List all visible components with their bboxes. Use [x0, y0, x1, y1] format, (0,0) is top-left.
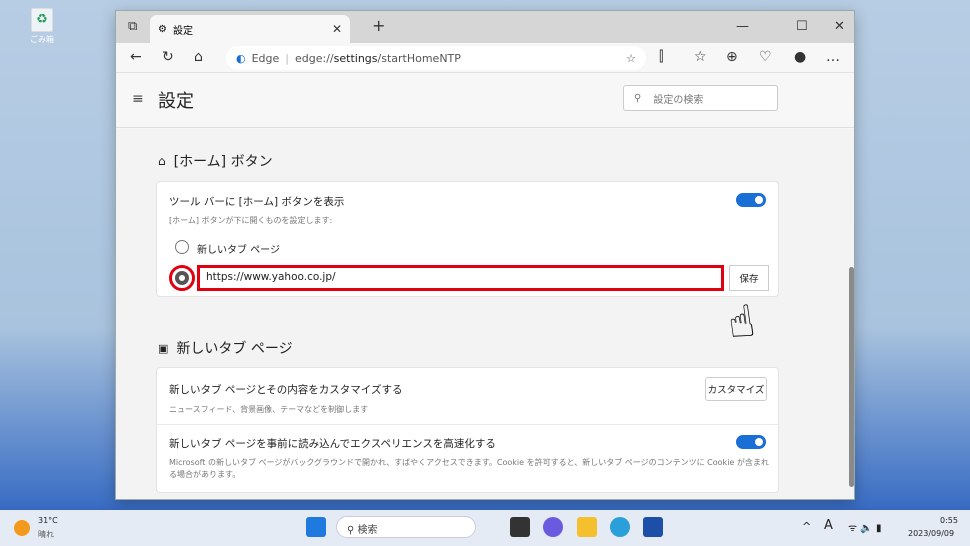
- edge-taskbar-icon[interactable]: [610, 517, 630, 537]
- home-toggle-label: ツール バーに [ホーム] ボタンを表示: [169, 196, 345, 208]
- scrollbar-thumb[interactable]: [849, 267, 854, 487]
- start-icon[interactable]: [306, 517, 326, 537]
- close-tab-icon[interactable]: ✕: [332, 22, 342, 36]
- gear-icon: ⚙: [158, 23, 167, 35]
- teams-icon[interactable]: [543, 517, 563, 537]
- search-icon: ⚲: [634, 92, 642, 104]
- back-icon[interactable]: ←: [130, 49, 142, 65]
- new-tab-page-card: 新しいタブ ページとその内容をカスタマイズする ニュースフィード、背景画像、テー…: [156, 367, 779, 493]
- nav-bar: ← ↻ ⌂ ◐ Edge | edge://settings/startHome…: [116, 43, 854, 73]
- chevron-up-icon[interactable]: ^: [802, 520, 811, 533]
- home-button-toggle[interactable]: [736, 193, 766, 207]
- close-window-icon[interactable]: ✕: [834, 19, 845, 34]
- recycle-bin-label: ごみ箱: [30, 35, 54, 44]
- address-bar[interactable]: ◐ Edge | edge://settings/startHomeNTP ☆: [226, 46, 646, 70]
- new-tab-page-icon: ▣: [158, 341, 169, 355]
- tab-settings[interactable]: ⚙ 設定 ✕: [150, 15, 350, 43]
- settings-header: ≡ 設定 ⚲ 設定の検索: [116, 73, 854, 128]
- clock-date[interactable]: 2023/09/09: [908, 529, 954, 538]
- new-tab-icon[interactable]: +: [372, 16, 385, 35]
- save-button[interactable]: 保存: [729, 265, 769, 291]
- taskbar-search[interactable]: ⚲ 検索: [336, 516, 476, 538]
- tab-bar: ⧉ ⚙ 設定 ✕ + — ☐ ✕: [116, 11, 854, 43]
- clock-time[interactable]: 0:55: [940, 516, 958, 525]
- favorites-icon[interactable]: ☆: [694, 49, 707, 65]
- preload-description: Microsoft の新しいタブ ページがバックグラウンドで開かれ、すばやくアク…: [169, 458, 769, 479]
- profile-icon[interactable]: ●: [794, 49, 806, 65]
- temperature[interactable]: 31°C: [38, 516, 58, 525]
- tab-title: 設定: [172, 25, 193, 37]
- edge-icon: ◐: [236, 51, 246, 65]
- store-icon[interactable]: [643, 517, 663, 537]
- task-view-icon[interactable]: [510, 517, 530, 537]
- divider: [157, 424, 778, 425]
- maximize-icon[interactable]: ☐: [796, 19, 808, 34]
- home-button-card: ツール バーに [ホーム] ボタンを表示 [ホーム] ボタンが下に開くものを設定…: [156, 181, 779, 297]
- customize-description: ニュースフィード、背景画像、テーマなどを制御します: [169, 405, 369, 414]
- url-text: edge://settings/startHomeNTP: [295, 51, 461, 65]
- scrollbar[interactable]: [846, 129, 854, 499]
- weather[interactable]: 晴れ: [38, 529, 54, 540]
- radio-new-tab-label: 新しいタブ ページ: [197, 245, 280, 256]
- customize-button[interactable]: カスタマイズ: [705, 377, 767, 401]
- menu-icon[interactable]: ≡: [132, 91, 144, 107]
- more-icon[interactable]: …: [826, 49, 840, 65]
- collections-icon[interactable]: ⊕: [726, 49, 738, 65]
- browser-essentials-icon[interactable]: ♡: [759, 49, 772, 65]
- radio-custom-url[interactable]: [175, 271, 189, 285]
- taskbar: 31°C 晴れ ⚲ 検索 ^ A ᯤ 🔈 ▮ 0:55 2023/09/09: [0, 510, 970, 546]
- recycle-bin-icon: ♻: [31, 8, 53, 32]
- wifi-volume-battery-icon[interactable]: ᯤ 🔈 ▮: [848, 520, 881, 534]
- minimize-icon[interactable]: —: [736, 19, 749, 34]
- split-screen-icon[interactable]: ⫿: [659, 49, 663, 65]
- home-description: [ホーム] ボタンが下に開くものを設定します:: [169, 216, 333, 225]
- page-title: 設定: [158, 91, 194, 112]
- weather-sun-icon: [14, 520, 30, 536]
- search-placeholder: 設定の検索: [653, 94, 704, 106]
- explorer-icon[interactable]: [577, 517, 597, 537]
- settings-search-input[interactable]: ⚲ 設定の検索: [623, 85, 778, 111]
- refresh-icon[interactable]: ↻: [162, 49, 174, 65]
- favorite-star-icon[interactable]: ☆: [626, 52, 636, 65]
- preload-title: 新しいタブ ページを事前に読み込んでエクスペリエンスを高速化する: [169, 438, 496, 450]
- preload-toggle[interactable]: [736, 435, 766, 449]
- settings-content: ⌂ [ホーム] ボタン ツール バーに [ホーム] ボタンを表示 [ホーム] ボタ…: [116, 129, 846, 499]
- home-icon[interactable]: ⌂: [194, 49, 203, 65]
- ntp-section-heading: ▣ 新しいタブ ページ: [158, 341, 293, 357]
- url-brand: Edge: [251, 51, 280, 65]
- home-url-input[interactable]: https://www.yahoo.co.jp/: [197, 265, 724, 291]
- workspaces-icon[interactable]: ⧉: [128, 19, 137, 34]
- radio-new-tab[interactable]: [175, 240, 189, 254]
- customize-title: 新しいタブ ページとその内容をカスタマイズする: [169, 384, 403, 396]
- home-icon: ⌂: [158, 154, 166, 168]
- browser-window: ⧉ ⚙ 設定 ✕ + — ☐ ✕ ← ↻ ⌂ ◐ Edge | edge://s…: [115, 10, 855, 500]
- ime-indicator[interactable]: A: [824, 518, 833, 533]
- home-section-heading: ⌂ [ホーム] ボタン: [158, 154, 273, 170]
- pointing-hand-icon: ☝: [724, 295, 759, 350]
- recycle-bin[interactable]: ♻ ごみ箱: [22, 8, 62, 45]
